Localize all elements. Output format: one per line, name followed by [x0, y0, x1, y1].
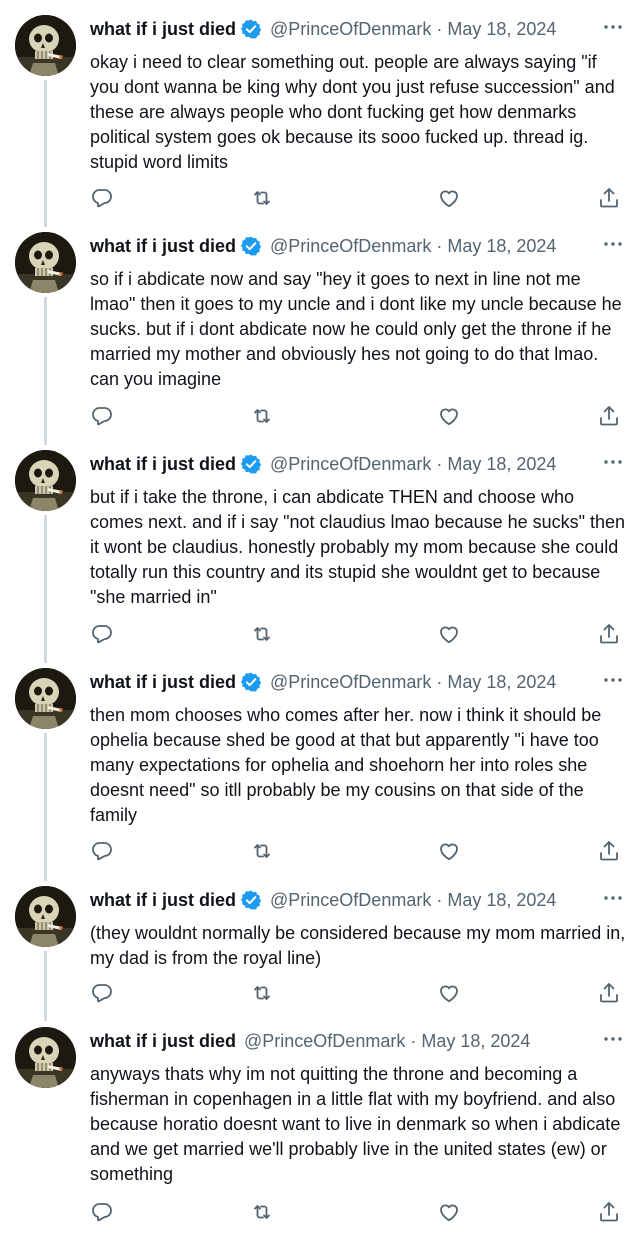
more-horizontal-icon[interactable]	[601, 1027, 625, 1051]
retweet-icon[interactable]	[250, 1200, 274, 1224]
tweet[interactable]: what if i just died @PrinceOfDenmark · M…	[0, 0, 641, 217]
tweet-text: anyways thats why im not quitting the th…	[90, 1064, 621, 1184]
tweet-actions	[90, 839, 628, 869]
tweet-header: what if i just died @PrinceOfDenmark · M…	[90, 669, 621, 695]
reply-icon[interactable]	[90, 622, 114, 646]
author-name[interactable]: what if i just died	[90, 454, 236, 475]
separator: ·	[436, 671, 443, 692]
tweet-date[interactable]: May 18, 2024	[421, 1031, 530, 1052]
author-handle[interactable]: @PrinceOfDenmark	[270, 454, 431, 475]
author-name[interactable]: what if i just died	[90, 236, 236, 257]
like-icon[interactable]	[437, 404, 461, 428]
tweet-actions	[90, 981, 628, 1011]
retweet-icon[interactable]	[250, 622, 274, 646]
avatar[interactable]	[15, 668, 76, 729]
author-name[interactable]: what if i just died	[90, 19, 236, 40]
tweet-date[interactable]: May 18, 2024	[447, 19, 556, 40]
more-horizontal-icon[interactable]	[601, 15, 625, 39]
tweet-header: what if i just died @PrinceOfDenmark · M…	[90, 16, 621, 42]
separator: ·	[436, 453, 443, 474]
tweet-header: what if i just died @PrinceOfDenmark · M…	[90, 887, 621, 913]
tweet-date[interactable]: May 18, 2024	[447, 890, 556, 911]
more-horizontal-icon[interactable]	[601, 668, 625, 692]
author-handle[interactable]: @PrinceOfDenmark	[270, 19, 431, 40]
retweet-icon[interactable]	[250, 839, 274, 863]
tweet-actions	[90, 1200, 628, 1230]
author-handle[interactable]: @PrinceOfDenmark	[244, 1031, 405, 1052]
tweet-text: then mom chooses who comes after her. no…	[90, 705, 602, 825]
separator: ·	[436, 889, 443, 910]
like-icon[interactable]	[437, 839, 461, 863]
author-handle[interactable]: @PrinceOfDenmark	[270, 672, 431, 693]
tweet[interactable]: what if i just died @PrinceOfDenmark · M…	[0, 217, 641, 435]
tweet-date[interactable]: May 18, 2024	[447, 672, 556, 693]
reply-icon[interactable]	[90, 186, 114, 210]
avatar[interactable]	[15, 886, 76, 947]
tweet[interactable]: what if i just died @PrinceOfDenmark · M…	[0, 435, 641, 653]
avatar[interactable]	[15, 232, 76, 293]
like-icon[interactable]	[437, 186, 461, 210]
reply-icon[interactable]	[90, 981, 114, 1005]
retweet-icon[interactable]	[250, 186, 274, 210]
verified-badge-icon	[240, 236, 262, 256]
author-name[interactable]: what if i just died	[90, 890, 236, 911]
separator: ·	[410, 1030, 417, 1051]
tweet-actions	[90, 186, 628, 216]
share-icon[interactable]	[597, 404, 621, 428]
avatar[interactable]	[15, 1027, 76, 1088]
verified-badge-icon	[240, 672, 262, 692]
tweet-date[interactable]: May 18, 2024	[447, 236, 556, 257]
like-icon[interactable]	[437, 1200, 461, 1224]
author-name[interactable]: what if i just died	[90, 672, 236, 693]
share-icon[interactable]	[597, 1200, 621, 1224]
author-name[interactable]: what if i just died	[90, 1031, 236, 1052]
separator: ·	[436, 235, 443, 256]
tweet-header: what if i just died @PrinceOfDenmark · M…	[90, 451, 621, 477]
like-icon[interactable]	[437, 622, 461, 646]
tweet-date[interactable]: May 18, 2024	[447, 454, 556, 475]
tweet-text: (they wouldnt normally be considered bec…	[90, 923, 626, 968]
more-horizontal-icon[interactable]	[601, 450, 625, 474]
more-horizontal-icon[interactable]	[601, 232, 625, 256]
tweet-header: what if i just died @PrinceOfDenmark · M…	[90, 233, 621, 259]
reply-icon[interactable]	[90, 1200, 114, 1224]
tweet[interactable]: what if i just died @PrinceOfDenmark · M…	[0, 1012, 641, 1240]
author-handle[interactable]: @PrinceOfDenmark	[270, 890, 431, 911]
avatar[interactable]	[15, 450, 76, 511]
tweet-header: what if i just died @PrinceOfDenmark · M…	[90, 1028, 621, 1054]
retweet-icon[interactable]	[250, 981, 274, 1005]
verified-badge-icon	[240, 454, 262, 474]
retweet-icon[interactable]	[250, 404, 274, 428]
separator: ·	[436, 18, 443, 39]
tweet-actions	[90, 622, 628, 652]
reply-icon[interactable]	[90, 839, 114, 863]
verified-badge-icon	[240, 890, 262, 910]
like-icon[interactable]	[437, 981, 461, 1005]
avatar[interactable]	[15, 15, 76, 76]
tweet-text: but if i take the throne, i can abdicate…	[90, 487, 626, 607]
tweet-actions	[90, 404, 628, 434]
share-icon[interactable]	[597, 981, 621, 1005]
author-handle[interactable]: @PrinceOfDenmark	[270, 236, 431, 257]
tweet[interactable]: what if i just died @PrinceOfDenmark · M…	[0, 653, 641, 871]
share-icon[interactable]	[597, 622, 621, 646]
share-icon[interactable]	[597, 186, 621, 210]
more-horizontal-icon[interactable]	[601, 886, 625, 910]
share-icon[interactable]	[597, 839, 621, 863]
verified-badge-icon	[240, 19, 262, 39]
tweet-text: okay i need to clear something out. peop…	[90, 52, 615, 172]
tweet-text: so if i abdicate now and say "hey it goe…	[90, 269, 622, 389]
reply-icon[interactable]	[90, 404, 114, 428]
tweet[interactable]: what if i just died @PrinceOfDenmark · M…	[0, 871, 641, 1012]
